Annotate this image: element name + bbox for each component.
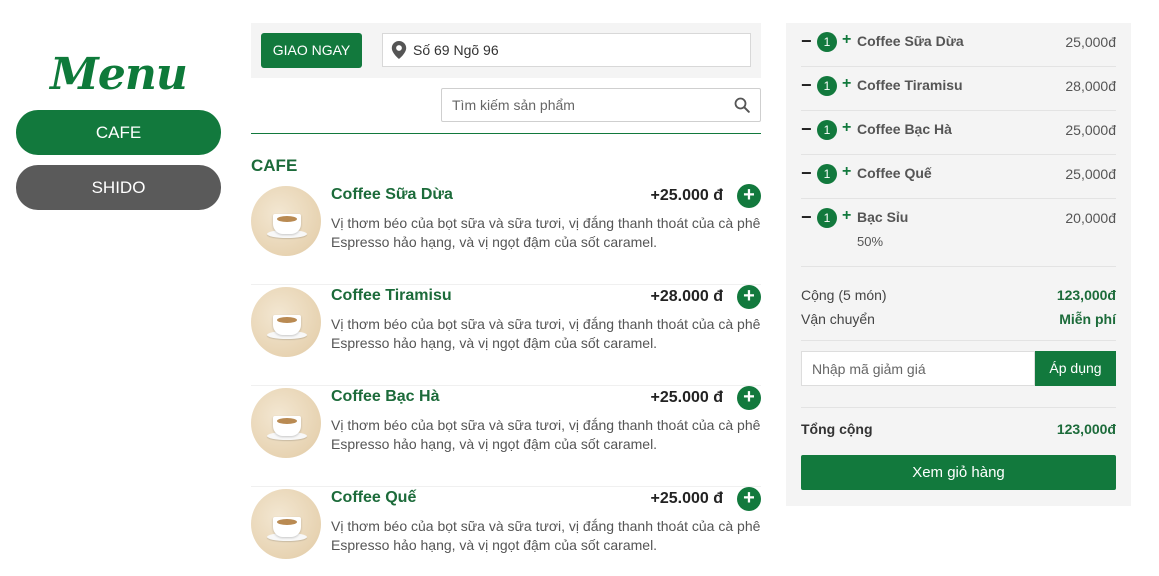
- cart-item: − 1 + Coffee Sữa Dừa 25,000đ: [801, 23, 1116, 67]
- minus-icon[interactable]: −: [801, 120, 812, 138]
- minus-icon[interactable]: −: [801, 208, 812, 226]
- cart-item-price: 25,000đ: [1065, 166, 1116, 182]
- product-description: Vị thơm béo của bọt sữa và sữa tươi, vị …: [331, 215, 761, 250]
- add-to-cart-button[interactable]: +: [737, 285, 761, 309]
- cart-item-note: 50%: [857, 234, 884, 249]
- deliver-now-button[interactable]: GIAO NGAY: [261, 33, 362, 68]
- menu-title: Menu: [50, 49, 188, 100]
- cart-item-name: Coffee Sữa Dừa: [857, 33, 964, 49]
- total-label: Tổng cộng: [801, 421, 873, 437]
- shipping-value: Miễn phí: [1059, 311, 1116, 327]
- product-description: Vị thơm béo của bọt sữa và sữa tươi, vị …: [331, 316, 761, 351]
- minus-icon[interactable]: −: [801, 32, 812, 50]
- cart-item-price: 28,000đ: [1065, 78, 1116, 94]
- product-image[interactable]: [251, 287, 321, 357]
- plus-icon[interactable]: +: [842, 31, 851, 49]
- quantity-badge: 1: [817, 208, 837, 228]
- cart-item-price: 25,000đ: [1065, 34, 1116, 50]
- total-value: 123,000đ: [1056, 421, 1116, 437]
- product-name[interactable]: Coffee Sữa Dừa: [331, 186, 453, 204]
- quantity-badge: 1: [817, 32, 837, 52]
- delivery-bar: GIAO NGAY: [251, 23, 761, 78]
- cart-item: − 1 + Coffee Tiramisu 28,000đ: [801, 67, 1116, 111]
- plus-icon[interactable]: +: [842, 75, 851, 93]
- cart-item-name: Coffee Quế: [857, 165, 932, 181]
- shipping-label: Vận chuyển: [801, 311, 875, 327]
- add-to-cart-button[interactable]: +: [737, 386, 761, 410]
- add-to-cart-button[interactable]: +: [737, 487, 761, 511]
- address-input[interactable]: [413, 42, 733, 58]
- product-price: +28.000 đ: [650, 288, 724, 305]
- product-name[interactable]: Coffee Quế: [331, 489, 416, 507]
- cart-item-name: Coffee Bạc Hà: [857, 121, 952, 137]
- product-panel: GIAO NGAY CAFE Coffee Sữa Dừa +25.000 đ …: [251, 23, 761, 576]
- quantity-badge: 1: [817, 120, 837, 140]
- subtotal-label: Cộng (5 món): [801, 287, 887, 303]
- section-title: CAFE: [251, 156, 298, 175]
- apply-coupon-button[interactable]: Áp dụng: [1035, 351, 1116, 386]
- total-section: Tổng cộng 123,000đ Xem giỏ hàng: [801, 407, 1116, 490]
- product-description: Vị thơm béo của bọt sữa và sữa tươi, vị …: [331, 417, 761, 452]
- cart-item-name: Bạc Sỉu: [857, 209, 909, 225]
- product-image[interactable]: [251, 388, 321, 458]
- cart-item-price: 25,000đ: [1065, 122, 1116, 138]
- minus-icon[interactable]: −: [801, 164, 812, 182]
- product-list: Coffee Sữa Dừa +25.000 đ + Vị thơm béo c…: [251, 184, 761, 576]
- plus-icon[interactable]: +: [842, 119, 851, 137]
- view-cart-button[interactable]: Xem giỏ hàng: [801, 455, 1116, 490]
- product-name[interactable]: Coffee Bạc Hà: [331, 388, 439, 406]
- product-image[interactable]: [251, 489, 321, 559]
- product-price: +25.000 đ: [650, 490, 724, 507]
- quantity-badge: 1: [817, 76, 837, 96]
- search-box[interactable]: [441, 88, 761, 122]
- search-row: [251, 78, 761, 134]
- plus-circle-icon: +: [743, 184, 755, 206]
- location-pin-icon: [391, 41, 407, 59]
- category-button-shido[interactable]: SHIDO: [16, 165, 221, 210]
- product-item: Coffee Sữa Dừa +25.000 đ + Vị thơm béo c…: [251, 184, 761, 285]
- product-item: Coffee Quế +25.000 đ + Vị thơm béo của b…: [251, 487, 761, 576]
- cart-item-price: 20,000đ: [1065, 210, 1116, 226]
- subtotal-value: 123,000đ: [1056, 287, 1116, 303]
- category-button-cafe[interactable]: CAFE: [16, 110, 221, 155]
- quantity-badge: 1: [817, 164, 837, 184]
- cart-summary: Cộng (5 món) 123,000đ Vận chuyển Miễn ph…: [801, 267, 1116, 341]
- product-price: +25.000 đ: [650, 187, 724, 204]
- add-to-cart-button[interactable]: +: [737, 184, 761, 208]
- minus-icon[interactable]: −: [801, 76, 812, 94]
- address-field[interactable]: [382, 33, 751, 67]
- coupon-row: Áp dụng: [801, 351, 1116, 386]
- cart-item: − 1 + Coffee Quế 25,000đ: [801, 155, 1116, 199]
- coupon-input[interactable]: [801, 351, 1035, 386]
- product-item: Coffee Bạc Hà +25.000 đ + Vị thơm béo củ…: [251, 386, 761, 487]
- cart-item: − 1 + Coffee Bạc Hà 25,000đ: [801, 111, 1116, 155]
- plus-circle-icon: +: [743, 386, 755, 408]
- product-item: Coffee Tiramisu +28.000 đ + Vị thơm béo …: [251, 285, 761, 386]
- product-price: +25.000 đ: [650, 389, 724, 406]
- cart-panel: − 1 + Coffee Sữa Dừa 25,000đ − 1 + Coffe…: [786, 23, 1131, 506]
- product-description: Vị thơm béo của bọt sữa và sữa tươi, vị …: [331, 518, 761, 553]
- product-image[interactable]: [251, 186, 321, 256]
- search-input[interactable]: [442, 90, 734, 120]
- plus-circle-icon: +: [743, 285, 755, 307]
- category-menu: Menu CAFE SHIDO: [16, 40, 221, 220]
- plus-icon[interactable]: +: [842, 207, 851, 225]
- plus-icon[interactable]: +: [842, 163, 851, 181]
- plus-circle-icon: +: [743, 487, 755, 509]
- search-icon[interactable]: [734, 97, 750, 113]
- cart-item: − 1 + Bạc Sỉu 20,000đ 50%: [801, 199, 1116, 267]
- cart-item-name: Coffee Tiramisu: [857, 77, 963, 93]
- product-name[interactable]: Coffee Tiramisu: [331, 287, 452, 305]
